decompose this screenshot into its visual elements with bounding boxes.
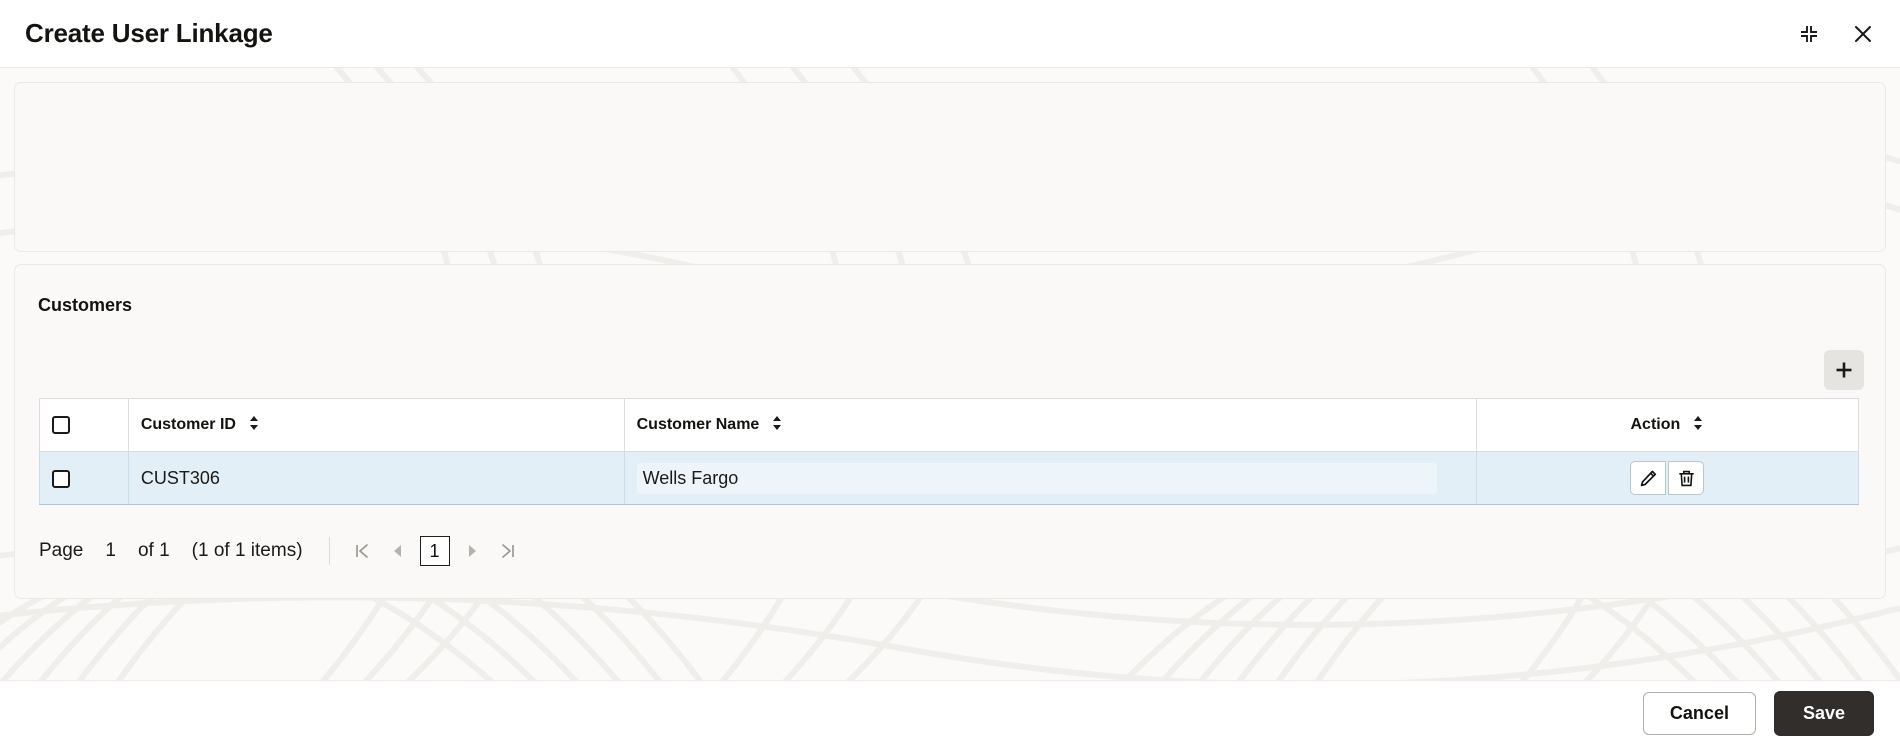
table-header-row: Customer ID Customer Name Action <box>39 398 1860 452</box>
table-header: Customer ID Customer Name Action <box>39 398 1860 452</box>
select-all-checkbox[interactable] <box>52 415 70 434</box>
customers-table-wrap: Customer ID Customer Name Action CUST306… <box>39 398 1860 505</box>
save-button[interactable]: Save <box>1773 691 1874 736</box>
row-action-buttons <box>1489 461 1846 495</box>
header-customer-name-label: Customer Name <box>636 416 760 433</box>
sort-icon[interactable] <box>771 414 783 437</box>
table-row[interactable]: CUST306 Wells Fargo <box>39 451 1860 505</box>
page-title: Create User Linkage <box>25 18 273 48</box>
table-body: CUST306 Wells Fargo <box>39 451 1860 505</box>
titlebar-actions <box>1794 19 1878 49</box>
header-action-label: Action <box>1630 416 1681 433</box>
edit-pencil-icon[interactable] <box>1630 461 1667 495</box>
next-page-icon[interactable] <box>454 534 490 568</box>
pagination-current-page: 1 <box>105 540 116 561</box>
last-page-icon[interactable] <box>490 534 526 568</box>
trash-icon[interactable] <box>1668 461 1705 495</box>
pagination: Page 1 of 1 (1 of 1 items) 1 <box>39 527 526 575</box>
pagination-divider <box>328 537 330 565</box>
prev-page-icon[interactable] <box>380 534 416 568</box>
create-user-linkage-screen: Create User Linkage OBLM06 OBLM06 Custom… <box>0 0 1900 746</box>
row-select-cell <box>39 451 129 505</box>
sort-icon[interactable] <box>248 414 260 437</box>
pagination-items-label: (1 of 1 items) <box>191 540 303 561</box>
customer-name-value: Wells Fargo <box>636 462 1437 494</box>
select-all-header <box>39 398 129 452</box>
header-action[interactable]: Action <box>1476 398 1860 452</box>
customers-section-title: Customers <box>38 295 133 315</box>
pagination-of-label: of 1 <box>137 540 170 561</box>
window-titlebar: Create User Linkage <box>0 0 1900 68</box>
add-customer-button[interactable] <box>1824 350 1864 390</box>
page-number-button[interactable]: 1 <box>419 536 450 566</box>
collapse-icon[interactable] <box>1794 19 1824 49</box>
first-page-icon[interactable] <box>344 534 380 568</box>
close-icon[interactable] <box>1848 19 1878 49</box>
sort-icon[interactable] <box>1692 414 1704 437</box>
cell-customer-id: CUST306 <box>128 451 625 505</box>
header-customer-id[interactable]: Customer ID <box>128 398 625 452</box>
cell-customer-name: Wells Fargo <box>624 451 1477 505</box>
row-checkbox[interactable] <box>52 469 70 488</box>
dialog-footer: Cancel Save <box>0 680 1900 746</box>
pagination-page-label: Page <box>39 540 84 561</box>
user-details-card <box>14 82 1886 252</box>
cancel-button[interactable]: Cancel <box>1642 692 1756 735</box>
customers-table: Customer ID Customer Name Action CUST306… <box>39 398 1860 505</box>
header-customer-id-label: Customer ID <box>140 416 236 433</box>
header-customer-name[interactable]: Customer Name <box>624 398 1477 452</box>
cell-action <box>1476 451 1860 505</box>
